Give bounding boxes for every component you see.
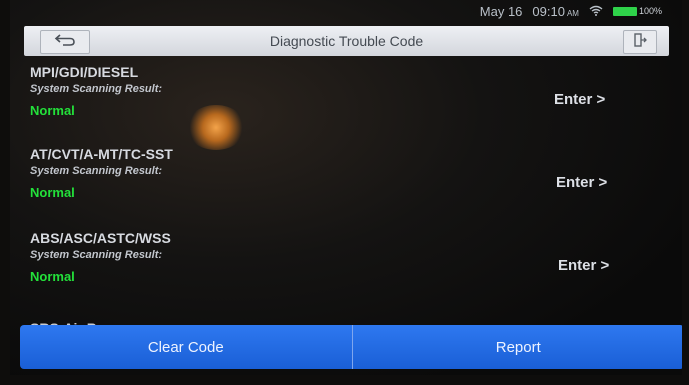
scan-result-label: System Scanning Result: (30, 165, 163, 177)
status-time: 09:10 AM (532, 3, 579, 19)
scan-status: Normal (30, 103, 75, 118)
enter-button-mpi[interactable]: Enter > (554, 91, 605, 108)
scan-result-label: System Scanning Result: (30, 249, 163, 261)
status-date: May 16 (479, 3, 523, 19)
back-arrow-icon (54, 33, 76, 52)
system-item-mpi[interactable]: MPI/GDI/DIESEL System Scanning Result: N… (30, 64, 630, 118)
system-item-at[interactable]: AT/CVT/A-MT/TC-SST System Scanning Resul… (30, 146, 630, 200)
system-item-abs[interactable]: ABS/ASC/ASTC/WSS System Scanning Result:… (30, 230, 630, 284)
report-button[interactable]: Report (352, 325, 682, 369)
status-bar: May 16 09:10 AM 100% (480, 0, 662, 22)
battery-indicator: 100% (612, 6, 662, 16)
system-name: AT/CVT/A-MT/TC-SST (30, 146, 173, 162)
exit-button[interactable] (623, 30, 657, 54)
system-name: ABS/ASC/ASTC/WSS (30, 230, 171, 246)
scan-result-label: System Scanning Result: (30, 83, 163, 95)
back-button[interactable] (40, 30, 90, 54)
battery-icon (612, 6, 637, 16)
system-name: MPI/GDI/DIESEL (30, 64, 139, 80)
title-bar: Diagnostic Trouble Code (24, 26, 669, 56)
page-title: Diagnostic Trouble Code (269, 33, 424, 49)
clear-code-button[interactable]: Clear Code (20, 325, 353, 369)
scan-status: Normal (30, 185, 75, 200)
footer-toolbar: Clear Code Report (20, 325, 682, 369)
enter-button-at[interactable]: Enter > (556, 174, 607, 191)
battery-level: 100% (638, 6, 662, 16)
scan-status: Normal (30, 269, 75, 284)
wifi-icon (589, 4, 603, 19)
device-screen: May 16 09:10 AM 100% Diagnostic Trouble C… (10, 0, 682, 375)
exit-icon (633, 32, 647, 53)
enter-button-abs[interactable]: Enter > (558, 257, 609, 274)
